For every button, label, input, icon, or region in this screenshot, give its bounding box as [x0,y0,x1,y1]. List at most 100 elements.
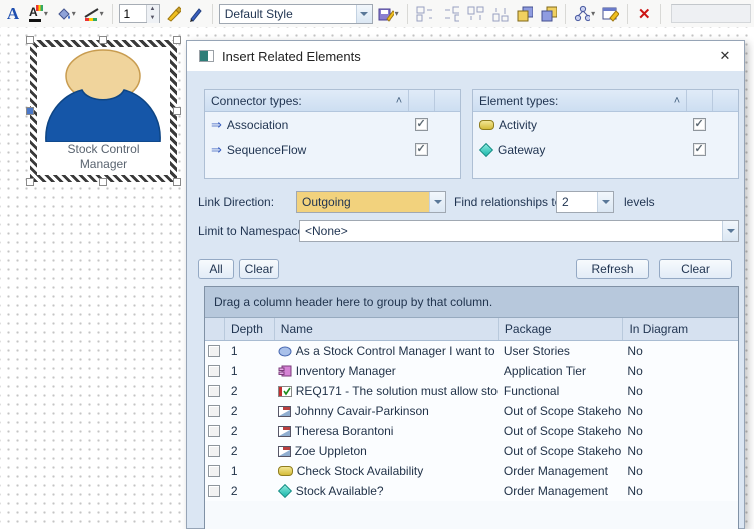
properties-button[interactable] [600,3,621,25]
row-name: Johnny Cavair-Parkinson [295,404,429,418]
chevron-down-icon[interactable] [722,221,738,241]
pen-button[interactable] [186,3,206,25]
format-painter-button[interactable] [163,3,183,25]
table-row[interactable]: 2 Theresa Borantoni Out of Scope Stakeho… [205,421,738,441]
resize-handle-n[interactable] [99,36,107,44]
style-combobox[interactable]: Default Style [219,4,373,24]
align-right-button[interactable] [439,3,461,25]
header-cell [408,90,434,111]
association-checkbox[interactable] [415,118,428,131]
actor-element-stock-control-manager[interactable]: Stock Control Manager [30,40,177,182]
resize-handle-se[interactable] [173,178,181,186]
element-type-row[interactable]: Activity [473,112,738,137]
table-row[interactable]: 1 As a Stock Control Manager I want to .… [205,341,738,361]
line-color-button[interactable]: ▾ [81,3,106,25]
row-checkbox[interactable] [208,345,220,357]
resize-handle-e[interactable] [173,107,181,115]
table-row[interactable]: 2 REQ171 - The solution must allow stoc.… [205,381,738,401]
save-style-button[interactable]: ▾ [376,3,401,25]
close-button[interactable]: ✕ [716,47,734,65]
step-up-icon[interactable]: ▲ [147,5,159,14]
all-button[interactable]: All [198,259,234,279]
toolbar-separator [112,4,113,24]
fill-color-button[interactable]: ▾ [53,3,78,25]
column-header-name[interactable]: Name [274,318,498,340]
line-width-input[interactable] [120,5,146,22]
connector-types-header[interactable]: Connector types: ˄ [205,90,460,112]
diagram-canvas[interactable]: Stock Control Manager Insert Related Ele… [0,27,754,528]
stepper-buttons[interactable]: ▲▼ [146,5,159,22]
chevron-down-icon[interactable] [429,192,445,212]
column-header-in-diagram[interactable]: In Diagram [622,318,738,340]
row-depth: 1 [224,344,274,358]
font-color-button[interactable]: A ▾ [26,3,50,25]
insert-related-elements-dialog: Insert Related Elements ✕ Connector type… [186,40,745,529]
align-left-button[interactable] [414,3,436,25]
table-row[interactable]: 2 Zoe Uppleton Out of Scope Stakeho... N… [205,441,738,461]
row-name: Theresa Borantoni [295,424,394,438]
collapse-chevron-icon[interactable]: ˄ [668,95,686,107]
table-row[interactable]: 1 Check Stock Availability Order Managem… [205,461,738,481]
dialog-titlebar[interactable]: Insert Related Elements [187,41,744,71]
align-top-button[interactable] [464,3,486,25]
element-type-row[interactable]: Gateway [473,137,738,162]
row-checkbox[interactable] [208,465,220,477]
send-to-back-button[interactable] [538,3,559,25]
link-direction-value: Outgoing [297,195,429,209]
row-checkbox[interactable] [208,405,220,417]
column-header-package[interactable]: Package [498,318,623,340]
chevron-down-icon[interactable] [597,192,613,212]
group-by-bar[interactable]: Drag a column header here to group by th… [205,287,738,318]
resize-handle-s[interactable] [99,178,107,186]
clear-results-button[interactable]: Clear [659,259,732,279]
row-checkbox[interactable] [208,445,220,457]
component-icon [278,365,292,377]
link-direction-combobox[interactable]: Outgoing [296,191,446,213]
row-checkbox[interactable] [208,425,220,437]
line-width-stepper[interactable]: ▲▼ [119,4,160,23]
row-depth: 2 [224,384,274,398]
collapse-chevron-icon[interactable]: ˄ [390,95,408,107]
row-checkbox[interactable] [208,385,220,397]
resize-handle-nw[interactable] [26,36,34,44]
resize-handle-sw[interactable] [26,178,34,186]
row-depth: 2 [224,404,274,418]
element-types-header[interactable]: Element types: ˄ [473,90,738,112]
namespace-row: Limit to Namespace: [198,220,307,242]
row-checkbox[interactable] [208,365,220,377]
font-button[interactable]: A [3,3,23,25]
column-header-checkbox[interactable] [205,318,224,340]
step-down-icon[interactable]: ▼ [147,14,159,23]
results-table: Drag a column header here to group by th… [204,286,739,529]
resize-handle-w[interactable] [26,107,34,115]
connector-type-row[interactable]: ⇒ Association [205,112,460,137]
toolbar-separator [627,4,628,24]
sequenceflow-checkbox[interactable] [415,143,428,156]
row-name: Stock Available? [296,484,384,498]
hierarchy-icon [574,5,590,22]
row-checkbox[interactable] [208,485,220,497]
table-row[interactable]: 1 Inventory Manager Application Tier No [205,361,738,381]
gateway-checkbox[interactable] [693,143,706,156]
row-name: Inventory Manager [296,364,396,378]
chevron-down-icon[interactable] [356,5,372,23]
row-depth: 1 [224,364,274,378]
gateway-icon [479,142,493,156]
insert-related-elements-button[interactable]: ▾ [572,3,597,25]
column-header-depth[interactable]: Depth [224,318,274,340]
toolbar-empty-field [671,4,751,23]
namespace-combobox[interactable]: <None> [299,220,739,242]
activity-checkbox[interactable] [693,118,706,131]
table-row[interactable]: 2 Stock Available? Order Management No [205,481,738,501]
bring-to-front-button[interactable] [514,3,535,25]
row-in-diagram: No [622,364,738,378]
clear-selection-button[interactable]: Clear [239,259,279,279]
refresh-button[interactable]: Refresh [576,259,649,279]
connector-type-row[interactable]: ⇒ SequenceFlow [205,137,460,162]
align-bottom-button[interactable] [489,3,511,25]
resize-handle-ne[interactable] [173,36,181,44]
table-row[interactable]: 2 Johnny Cavair-Parkinson Out of Scope S… [205,401,738,421]
levels-combobox[interactable]: 2 [556,191,614,213]
delete-button[interactable]: ✕ [634,3,654,25]
actor-name-line2: Manager [37,157,170,172]
